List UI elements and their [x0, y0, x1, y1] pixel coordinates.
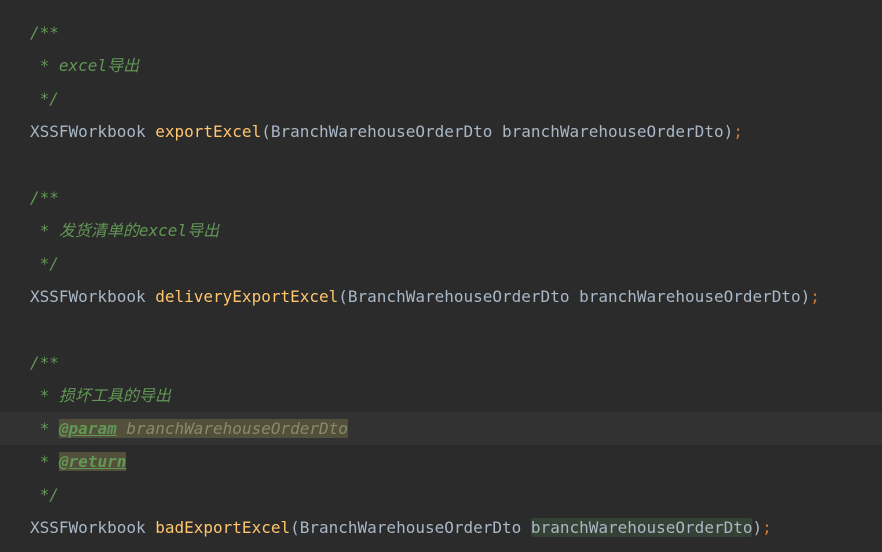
code-line[interactable]: */	[30, 478, 882, 511]
doc-close: */	[30, 485, 59, 504]
code-line[interactable]: * @return	[30, 445, 882, 478]
code-line[interactable]: */	[30, 82, 882, 115]
doc-text: * excel导出	[30, 56, 139, 75]
code-line[interactable]: XSSFWorkbook badExportExcel(BranchWareho…	[30, 511, 882, 544]
return-type: XSSFWorkbook	[30, 287, 155, 306]
doc-close: */	[30, 254, 59, 273]
code-line[interactable]: /**	[30, 16, 882, 49]
space	[117, 419, 127, 438]
doc-pre: *	[30, 419, 59, 438]
javadoc-param-tag: @param	[59, 419, 117, 438]
semicolon: ;	[733, 122, 743, 141]
code-line[interactable]: /**	[30, 346, 882, 379]
doc-text: * 发货清单的excel导出	[30, 221, 219, 240]
method-name: deliveryExportExcel	[155, 287, 338, 306]
code-line[interactable]: * 损坏工具的导出	[30, 379, 882, 412]
doc-close: */	[30, 89, 59, 108]
return-type: XSSFWorkbook	[30, 518, 155, 537]
param-type: BranchWarehouseOrderDto	[300, 518, 531, 537]
code-line[interactable]: * excel导出	[30, 49, 882, 82]
doc-open: /**	[30, 188, 59, 207]
semicolon: ;	[810, 287, 820, 306]
semicolon: ;	[762, 518, 772, 537]
code-line[interactable]: * @param branchWarehouseOrderDto	[30, 412, 882, 445]
doc-pre: *	[30, 452, 59, 471]
param-name-highlighted: branchWarehouseOrderDto	[531, 518, 753, 537]
code-line[interactable]: */	[30, 247, 882, 280]
code-line[interactable]: * 发货清单的excel导出	[30, 214, 882, 247]
code-area[interactable]: /** * excel导出 */ XSSFWorkbook exportExce…	[0, 0, 882, 544]
javadoc-return-tag: @return	[59, 452, 126, 471]
code-line[interactable]: XSSFWorkbook deliveryExportExcel(BranchW…	[30, 280, 882, 313]
method-name: exportExcel	[155, 122, 261, 141]
code-editor[interactable]: /** * excel导出 */ XSSFWorkbook exportExce…	[0, 0, 882, 544]
code-line[interactable]: XSSFWorkbook exportExcel(BranchWarehouse…	[30, 115, 882, 148]
return-type: XSSFWorkbook	[30, 122, 155, 141]
blank-line[interactable]	[30, 148, 882, 181]
blank-line[interactable]	[30, 313, 882, 346]
params: (BranchWarehouseOrderDto branchWarehouse…	[261, 122, 733, 141]
code-line[interactable]: /**	[30, 181, 882, 214]
doc-open: /**	[30, 23, 59, 42]
doc-open: /**	[30, 353, 59, 372]
paren-open: (	[290, 518, 300, 537]
method-name: badExportExcel	[155, 518, 290, 537]
doc-text: * 损坏工具的导出	[30, 386, 171, 405]
javadoc-param-name: branchWarehouseOrderDto	[126, 419, 348, 438]
paren-close: )	[752, 518, 762, 537]
params: (BranchWarehouseOrderDto branchWarehouse…	[338, 287, 810, 306]
